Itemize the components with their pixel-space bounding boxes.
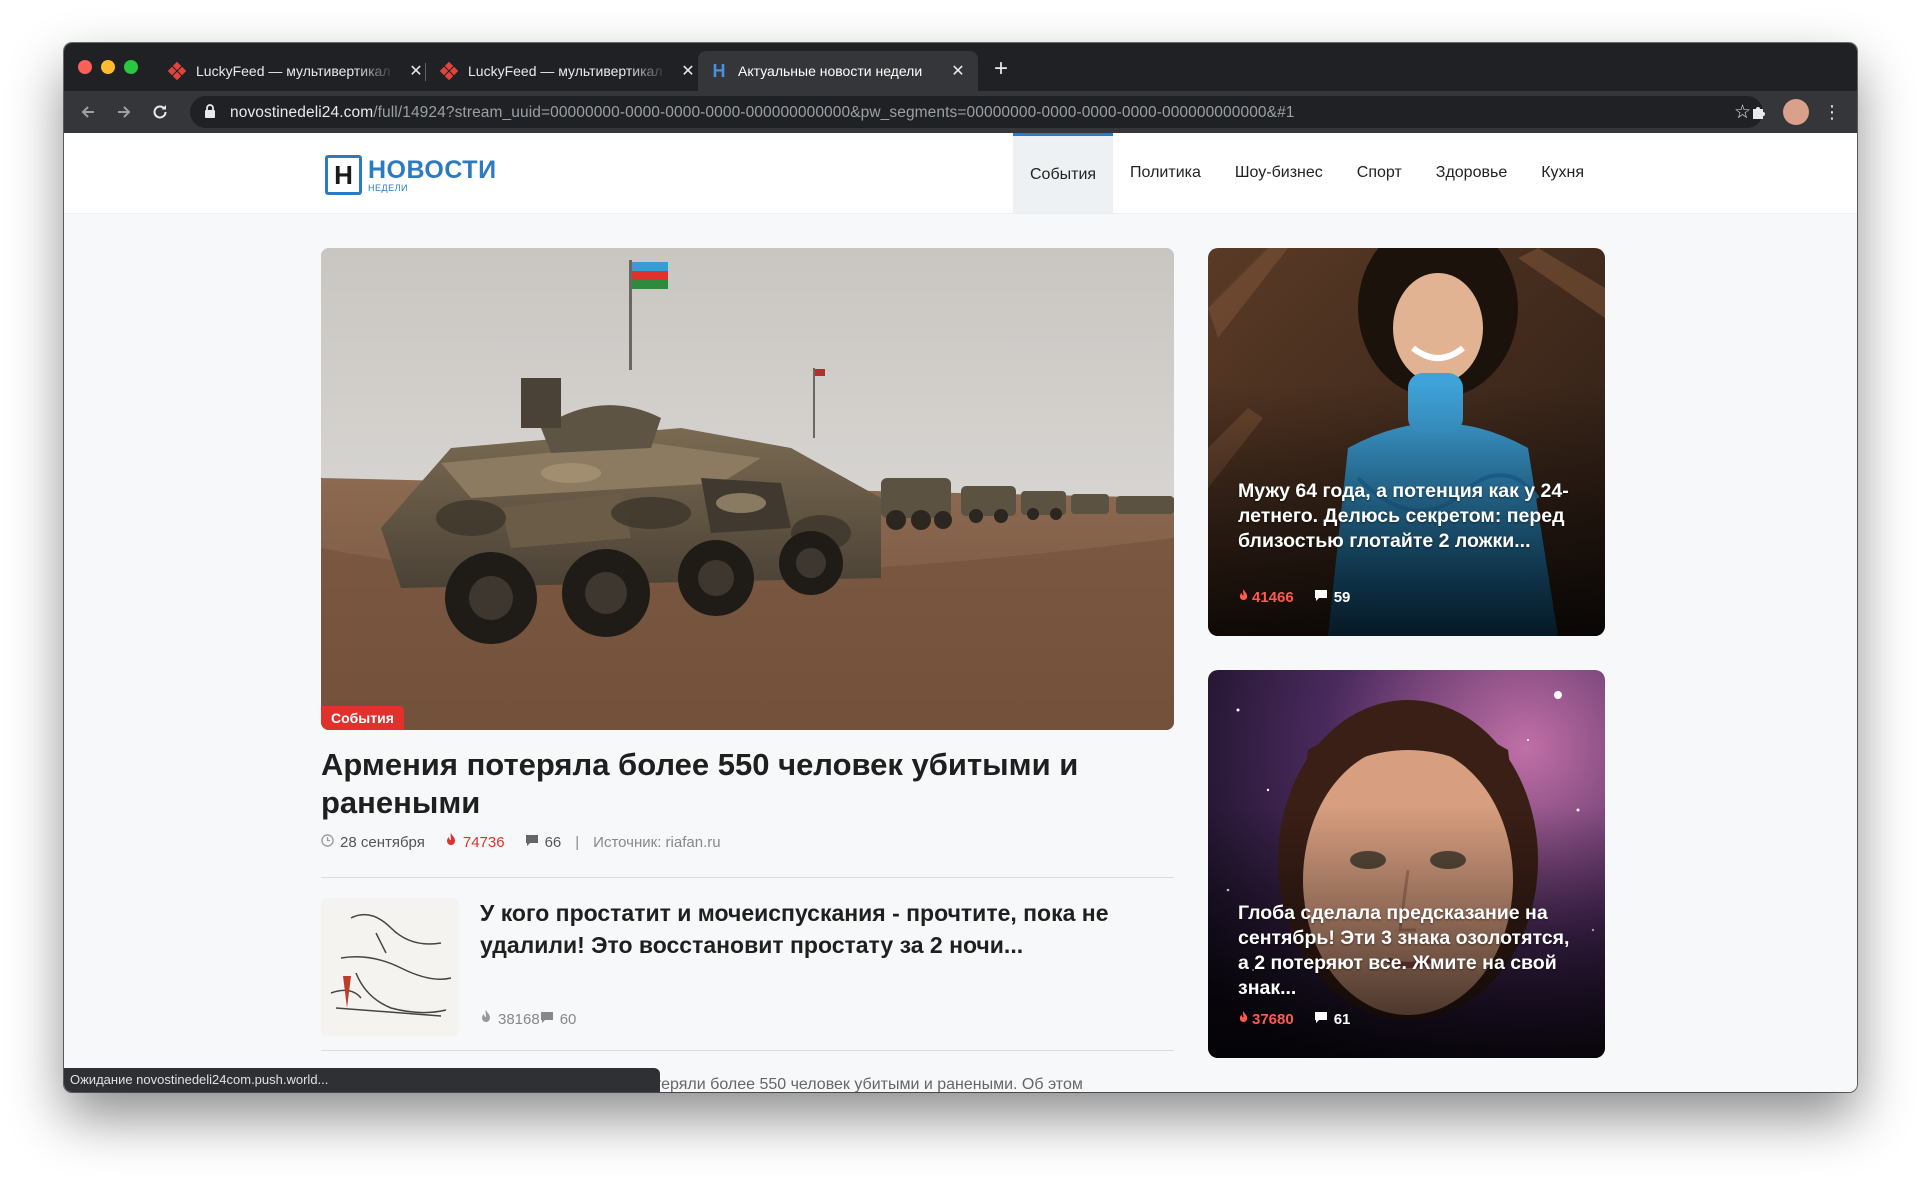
- luckyfeed-logo-icon: [440, 62, 458, 80]
- card-headline: Глоба сделала предсказание на сентябрь! …: [1238, 902, 1570, 999]
- tab-title: LuckyFeed — мультивертикал: [468, 63, 663, 79]
- nav-item-events[interactable]: События: [1013, 133, 1114, 213]
- extensions-puzzle-icon[interactable]: [1747, 100, 1771, 124]
- logo-sub-text: НЕДЕЛИ: [368, 182, 408, 193]
- tab-title: LuckyFeed — мультивертикал: [196, 63, 391, 79]
- tab-separator: [425, 63, 426, 81]
- card-headline: Мужу 64 года, а потенция как у 24-летнег…: [1238, 480, 1569, 552]
- side-card[interactable]: Глоба сделала предсказание на сентябрь! …: [1208, 670, 1605, 1058]
- comment-icon: [1314, 589, 1328, 606]
- clock-icon: [321, 833, 334, 851]
- comment-icon: [1314, 1011, 1328, 1028]
- article-views: 74736: [462, 833, 505, 851]
- minimize-window-button[interactable]: [101, 60, 115, 74]
- ad-meta: 38168 60: [480, 1010, 576, 1028]
- meta-separator: |: [575, 833, 580, 851]
- logo-wordmark: НОВОСТИ НЕДЕЛИ: [368, 155, 497, 193]
- main-article-headline[interactable]: Армения потеряла более 550 человек убиты…: [321, 746, 1174, 822]
- nav-item-health[interactable]: Здоровье: [1419, 133, 1524, 213]
- tab-strip: LuckyFeed — мультивертикал ✕ LuckyFeed —…: [64, 43, 1857, 91]
- fire-icon: [445, 833, 457, 851]
- divider: [321, 1050, 1174, 1051]
- divider: [321, 877, 1174, 878]
- page-viewport: H НОВОСТИ НЕДЕЛИ События Политика Шоу-би…: [64, 133, 1857, 1092]
- nav-item-politics[interactable]: Политика: [1113, 133, 1218, 213]
- close-window-button[interactable]: [78, 60, 92, 74]
- lock-icon: [204, 104, 218, 120]
- tab-close-icon[interactable]: ✕: [408, 61, 424, 81]
- nav-item-sport[interactable]: Спорт: [1340, 133, 1419, 213]
- status-bubble: Ожидание novostinedeli24com.push.world..…: [64, 1068, 660, 1092]
- ad-comments: 60: [559, 1010, 577, 1028]
- article-body-preview: теряли более 550 человек убитыми и ранен…: [654, 1076, 1083, 1092]
- screenshot-stage: LuckyFeed — мультивертикал ✕ LuckyFeed —…: [0, 0, 1920, 1177]
- comment-icon: [525, 834, 539, 851]
- url-host: novostinedeli24.com: [230, 104, 374, 121]
- main-nav: События Политика Шоу-бизнес Спорт Здоров…: [1013, 133, 1601, 213]
- fire-icon: [480, 1010, 492, 1028]
- card-views: 37680: [1252, 1011, 1294, 1028]
- back-arrow-icon[interactable]: [74, 98, 102, 126]
- comment-icon: [540, 1011, 554, 1028]
- site-header: H НОВОСТИ НЕДЕЛИ События Политика Шоу-би…: [64, 133, 1857, 213]
- hero-image[interactable]: [321, 248, 1174, 730]
- card-meta: 37680 61: [1238, 1011, 1350, 1028]
- article-source[interactable]: Источник: riafan.ru: [593, 834, 720, 851]
- card-overlay: [1208, 248, 1605, 636]
- luckyfeed-logo-icon: [168, 62, 186, 80]
- card-comments: 59: [1333, 589, 1351, 606]
- card-meta: 41466 59: [1238, 589, 1350, 606]
- article-date: 28 сентября: [340, 833, 425, 851]
- forward-arrow-icon[interactable]: [110, 98, 138, 126]
- site-logo[interactable]: H НОВОСТИ НЕДЕЛИ: [325, 155, 497, 195]
- reload-icon[interactable]: [146, 98, 174, 126]
- card-views: 41466: [1252, 589, 1294, 606]
- side-card[interactable]: Мужу 64 года, а потенция как у 24-летнег…: [1208, 248, 1605, 636]
- profile-avatar[interactable]: [1783, 99, 1809, 125]
- maximize-window-button[interactable]: [124, 60, 138, 74]
- tab-close-icon[interactable]: ✕: [950, 61, 966, 81]
- card-comments: 61: [1333, 1011, 1351, 1028]
- browser-menu-icon[interactable]: ⋮: [1822, 100, 1842, 124]
- novosti-h-icon: H: [712, 60, 726, 81]
- nav-item-kitchen[interactable]: Кухня: [1524, 133, 1601, 213]
- url-path: /full/14924?stream_uuid=00000000-0000-00…: [373, 104, 1295, 121]
- ad-views: 38168: [498, 1010, 540, 1028]
- tab-luckyfeed-1[interactable]: LuckyFeed — мультивертикал ✕: [156, 51, 436, 91]
- tab-novosti-active[interactable]: H Актуальные новости недели ✕: [698, 51, 978, 91]
- category-badge[interactable]: События: [321, 706, 404, 730]
- url-text: novostinedeli24.com/full/14924?stream_uu…: [230, 104, 1295, 122]
- ad-thumbnail[interactable]: [321, 898, 459, 1036]
- new-tab-button[interactable]: +: [986, 55, 1016, 85]
- tab-luckyfeed-2[interactable]: LuckyFeed — мультивертикал ✕: [428, 51, 708, 91]
- tab-title: Актуальные новости недели: [738, 63, 923, 79]
- browser-toolbar: novostinedeli24.com/full/14924?stream_uu…: [64, 91, 1857, 133]
- logo-main-text: НОВОСТИ: [368, 155, 497, 184]
- main-article-meta: 28 сентября 74736 66 | Источник: riafan.…: [321, 833, 721, 851]
- tab-close-icon[interactable]: ✕: [680, 61, 696, 81]
- fire-icon: [1238, 589, 1249, 606]
- ad-headline[interactable]: У кого простатит и мочеиспускания - проч…: [480, 897, 1170, 961]
- address-bar[interactable]: novostinedeli24.com/full/14924?stream_uu…: [190, 96, 1763, 128]
- logo-h-mark: H: [325, 155, 362, 195]
- nav-item-showbiz[interactable]: Шоу-бизнес: [1218, 133, 1340, 213]
- article-comments: 66: [544, 833, 562, 851]
- fire-icon: [1238, 1011, 1249, 1028]
- browser-window: LuckyFeed — мультивертикал ✕ LuckyFeed —…: [64, 43, 1857, 1092]
